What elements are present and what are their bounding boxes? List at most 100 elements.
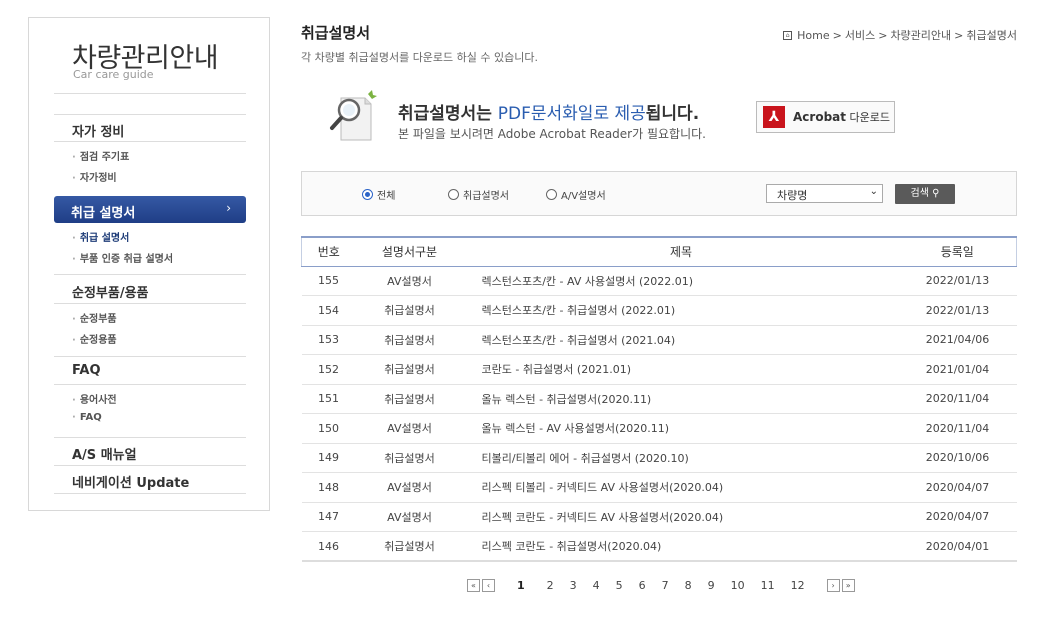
sidebar-subtitle: Car care guide [73,68,154,81]
page-link[interactable]: 5 [616,579,623,592]
sidebar-subitem-genuine-accessories[interactable]: · 순정용품 [72,331,117,346]
sidebar-item-faq[interactable]: FAQ [72,363,101,378]
row-title-link[interactable]: 렉스턴스포츠/칸 - 취급설명서 (2021.04) [463,325,899,355]
row-title-link[interactable]: 리스펙 코란도 - 취급설명서(2020.04) [463,531,899,562]
last-page-icon[interactable]: » [841,579,855,592]
divider [54,114,246,115]
table-row[interactable]: 146 취급설명서 리스펙 코란도 - 취급설명서(2020.04) 2020/04/… [301,531,1017,562]
sidebar-subitem-inspection-schedule[interactable]: · 점검 주기표 [72,148,129,163]
chevron-down-icon: ⌄ [869,186,878,197]
sidebar-item-navigation-update[interactable]: 네비게이션 Update [72,472,189,491]
row-type: 취급설명서 [355,384,464,414]
row-title-link[interactable]: 코란도 - 취급설명서 (2021.01) [463,354,899,385]
table-row[interactable]: 153 취급설명서 렉스턴스포츠/칸 - 취급설명서 (2021.04) 2021/0… [301,325,1017,355]
divider [54,356,246,357]
page-link[interactable]: 12 [791,579,805,592]
breadcrumb-manual[interactable]: 취급설명서 [966,27,1017,43]
sidebar: 차량관리안내 Car care guide 자가 정비 · 점검 주기표 · 자가정… [28,17,270,511]
table-row[interactable]: 155 AV설명서 렉스턴스포츠/칸 - AV 사용설명서 (2022.01) 202… [301,266,1017,296]
sidebar-item-manual[interactable]: 취급 설명서 › [54,196,246,223]
page-link[interactable]: 9 [708,579,715,592]
radio-av-manual[interactable]: A/V설명서 [546,187,606,202]
document-search-icon [330,90,377,141]
sidebar-subitem-glossary[interactable]: · 용어사전 [72,391,117,406]
manual-table: 번호 설명서구분 제목 등록일 155 AV설명서 렉스턴스포츠/칸 - AV 사용… [301,236,1017,562]
sidebar-subitem-parts-manual[interactable]: · 부품 인증 취급 설명서 [72,250,173,265]
table-row[interactable]: 154 취급설명서 렉스턴스포츠/칸 - 취급설명서 (2022.01) 2022/0… [301,295,1017,326]
page-link[interactable]: 8 [685,579,692,592]
row-type: AV설명서 [355,266,464,296]
divider [54,465,246,466]
page-link[interactable]: 3 [570,579,577,592]
breadcrumb: ⌂ Home > 서비스 > 차량관리안내 > 취급설명서 [783,27,1017,43]
search-icon: ⚲ [932,188,940,199]
first-page-icon[interactable]: « [467,579,480,592]
row-date: 2021/01/04 [898,354,1017,385]
row-number: 153 [301,325,356,355]
row-type: AV설명서 [355,413,464,444]
row-title-link[interactable]: 올뉴 렉스턴 - AV 사용설명서(2020.11) [463,413,899,444]
row-number: 155 [301,266,356,296]
sidebar-subitem-faq[interactable]: · FAQ [72,412,102,423]
breadcrumb-home[interactable]: Home [797,29,829,42]
sidebar-item-as-manual[interactable]: A/S 매뉴얼 [72,444,137,463]
row-type: 취급설명서 [355,295,464,326]
page-link[interactable]: 11 [761,579,775,592]
next-page-icon[interactable]: › [826,579,840,592]
divider [54,493,246,494]
row-number: 154 [301,295,356,326]
table-row[interactable]: 147 AV설명서 리스펙 코란도 - 커넥티드 AV 사용설명서(2020.04)… [301,502,1017,532]
page-link[interactable]: 1 [517,579,525,592]
row-date: 2020/04/01 [898,531,1017,562]
page-link[interactable]: 6 [639,579,646,592]
search-button[interactable]: 검색 ⚲ [895,184,955,204]
page-link[interactable]: 4 [593,579,600,592]
sidebar-item-parts[interactable]: 순정부품/용품 [72,282,149,301]
col-header-type: 설명서구분 [355,236,464,267]
row-number: 151 [301,384,356,414]
divider [54,384,246,385]
page-description: 각 차량별 취급설명서를 다운로드 하실 수 있습니다. [301,51,538,64]
page-title: 취급설명서 [301,24,371,42]
acrobat-icon: ⅄ [763,106,785,128]
row-title-link[interactable]: 올뉴 렉스턴 - 취급설명서(2020.11) [463,384,899,414]
row-number: 147 [301,502,356,532]
table-row[interactable]: 150 AV설명서 올뉴 렉스턴 - AV 사용설명서(2020.11) 2020/1… [301,413,1017,444]
breadcrumb-service[interactable]: 서비스 [845,27,875,43]
col-header-title: 제목 [463,236,899,267]
row-title-link[interactable]: 렉스턴스포츠/칸 - 취급설명서 (2022.01) [463,295,899,326]
pdf-headline: 취급설명서는 PDF문서화일로 제공됩니다. [398,104,700,124]
row-title-link[interactable]: 티볼리/티볼리 에어 - 취급설명서 (2020.10) [463,443,899,473]
table-row[interactable]: 152 취급설명서 코란도 - 취급설명서 (2021.01) 2021/01/04 [301,354,1017,385]
table-row[interactable]: 151 취급설명서 올뉴 렉스턴 - 취급설명서(2020.11) 2020/11/0… [301,384,1017,414]
row-number: 146 [301,531,356,562]
row-date: 2021/04/06 [898,325,1017,355]
radio-manual[interactable]: 취급설명서 [448,187,509,202]
row-title-link[interactable]: 렉스턴스포츠/칸 - AV 사용설명서 (2022.01) [463,266,899,296]
row-date: 2020/04/07 [898,502,1017,532]
radio-all[interactable]: 전체 [362,187,395,202]
prev-page-icon[interactable]: ‹ [482,579,495,592]
page-link[interactable]: 2 [547,579,554,592]
sidebar-subitem-manual[interactable]: · 취급 설명서 [72,229,129,244]
row-number: 152 [301,354,356,385]
row-title-link[interactable]: 리스펙 티볼리 - 커넥티드 AV 사용설명서(2020.04) [463,472,899,503]
row-date: 2020/04/07 [898,472,1017,503]
page-link[interactable]: 10 [731,579,745,592]
breadcrumb-car-care[interactable]: 차량관리안내 [890,27,951,43]
sidebar-subitem-genuine-parts[interactable]: · 순정부품 [72,310,117,325]
page-link[interactable]: 7 [662,579,669,592]
table-row[interactable]: 149 취급설명서 티볼리/티볼리 에어 - 취급설명서 (2020.10) 2020… [301,443,1017,473]
row-title-link[interactable]: 리스펙 코란도 - 커넥티드 AV 사용설명서(2020.04) [463,502,899,532]
row-number: 149 [301,443,356,473]
table-row[interactable]: 148 AV설명서 리스펙 티볼리 - 커넥티드 AV 사용설명서(2020.04)… [301,472,1017,503]
divider [54,303,246,304]
sidebar-subitem-self-maintenance[interactable]: · 자가정비 [72,169,117,184]
pagination: « ‹ 1 2 3 4 5 6 7 8 9 10 11 12 › » [467,579,857,592]
sidebar-item-self-maintenance[interactable]: 자가 정비 [72,121,124,140]
home-icon: ⌂ [783,30,793,40]
vehicle-select[interactable]: 차량명 ⌄ [766,184,883,203]
acrobat-download-button[interactable]: ⅄ Acrobat 다운로드 [756,101,895,133]
divider [54,141,246,142]
row-number: 148 [301,472,356,503]
